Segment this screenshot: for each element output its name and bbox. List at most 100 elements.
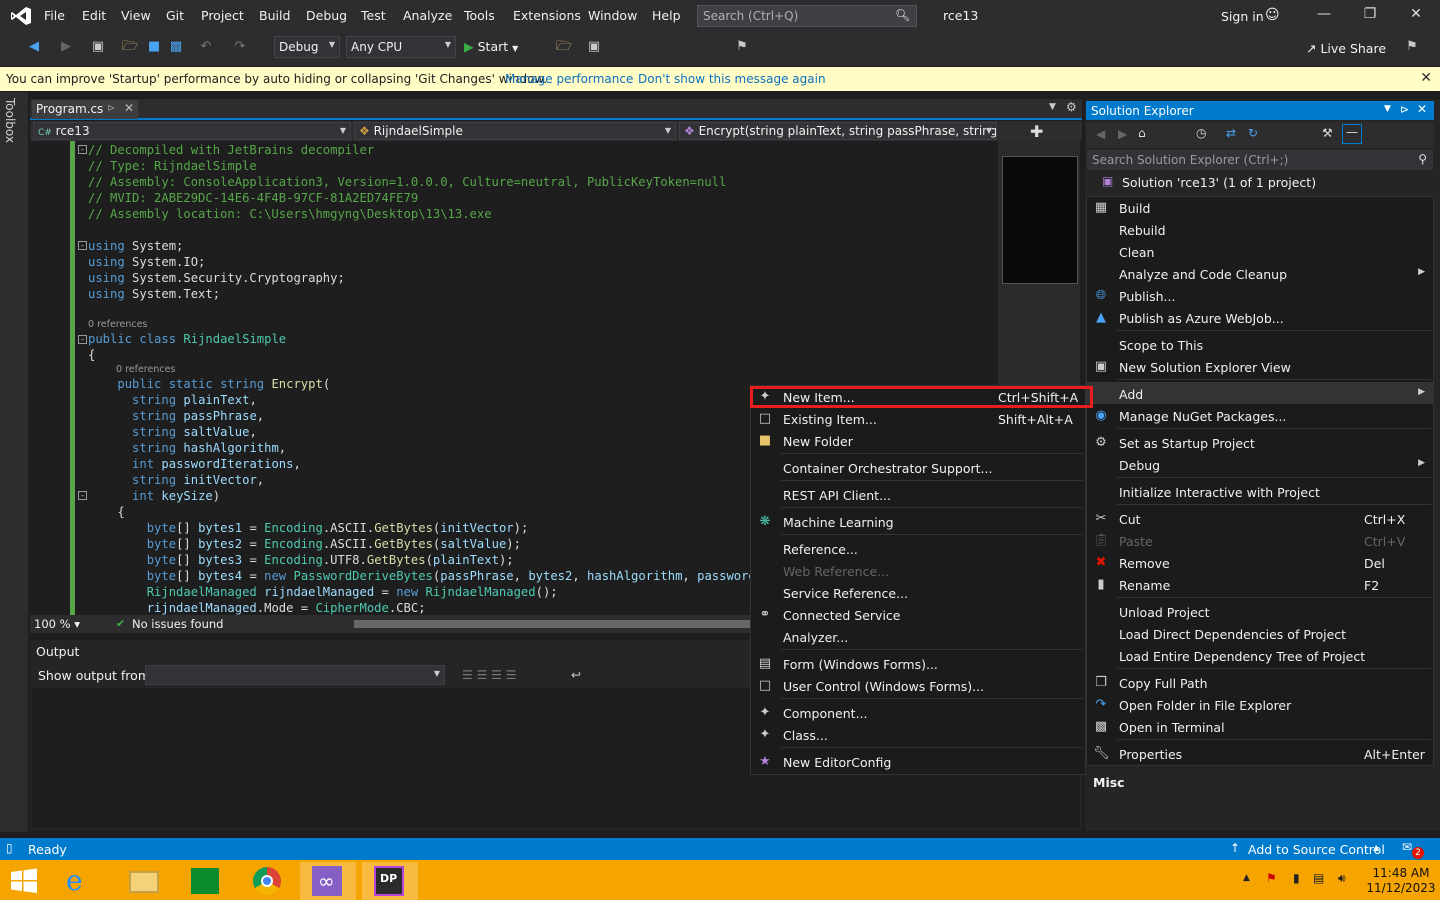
menu-item-publish-webjob[interactable]: ▲ Publish as Azure WebJob... <box>1087 307 1433 329</box>
menu-item-open-folder[interactable]: ↷ Open Folder in File Explorer <box>1087 694 1433 716</box>
volume-icon[interactable]: 🔊︎ <box>1338 871 1346 886</box>
menu-item-load-dep-tree[interactable]: Load Entire Dependency Tree of Project <box>1087 645 1433 667</box>
menu-extensions[interactable]: Extensions <box>513 8 581 23</box>
menu-project[interactable]: Project <box>201 8 244 23</box>
tab-close-icon[interactable]: ✕ <box>124 101 134 115</box>
feedback-icon[interactable]: ⚑ <box>1404 39 1420 55</box>
output-source-dropdown[interactable]: ▼ <box>145 665 445 685</box>
dont-show-again-link[interactable]: Don't show this message again <box>638 72 826 86</box>
search-icon[interactable]: 🔍︎ <box>895 8 910 22</box>
menu-item-new-editorconfig[interactable]: ★ New EditorConfig <box>751 751 1085 773</box>
menu-git[interactable]: Git <box>166 8 184 23</box>
se-refresh-icon[interactable]: ↻ <box>1248 126 1258 140</box>
menu-item-remove[interactable]: ✖ Remove Del <box>1087 552 1433 574</box>
search-input[interactable]: Search (Ctrl+Q) <box>697 5 917 27</box>
menu-help[interactable]: Help <box>652 8 681 23</box>
project-dropdown[interactable]: C# rce13 ▼ <box>33 122 351 140</box>
menu-item-machine-learning[interactable]: ❋ Machine Learning <box>751 511 1085 533</box>
settings-icon[interactable]: ⚙ <box>1066 100 1077 114</box>
dotpeek-taskbar-icon[interactable]: DP <box>362 862 418 900</box>
store-icon[interactable] <box>178 862 234 900</box>
member-dropdown[interactable]: ❖ Encrypt(string plainText, string passP… <box>679 122 997 140</box>
horizontal-scrollbar[interactable] <box>354 620 750 628</box>
minimap-viewport[interactable] <box>1002 156 1078 284</box>
se-properties-icon[interactable]: ⚒ <box>1322 126 1333 140</box>
maximize-button[interactable]: ❐ <box>1350 6 1390 26</box>
source-control-dropdown-icon[interactable]: ▲ <box>1373 843 1379 852</box>
menu-item-rebuild[interactable]: Rebuild <box>1087 219 1433 241</box>
menu-item-copy-full-path[interactable]: ❐ Copy Full Path <box>1087 672 1433 694</box>
fold-toggle-icon[interactable]: - <box>78 145 87 154</box>
type-dropdown[interactable]: ❖ RijndaelSimple ▼ <box>354 122 676 140</box>
close-button[interactable]: ✕ <box>1396 6 1436 26</box>
menu-item-manage-nuget[interactable]: ◉ Manage NuGet Packages... <box>1087 405 1433 427</box>
show-hidden-icons[interactable]: ▲ <box>1243 873 1250 883</box>
bookmark-icon[interactable]: ⚑ <box>734 39 750 55</box>
menu-test[interactable]: Test <box>361 8 386 23</box>
save-all-icon[interactable]: ▩ <box>168 39 184 55</box>
menu-item-new-folder[interactable]: ■ New Folder <box>751 430 1085 452</box>
chrome-icon[interactable] <box>240 862 296 900</box>
se-close-icon[interactable]: ✕ <box>1417 102 1427 116</box>
user-icon[interactable]: ☺ <box>1265 7 1280 23</box>
fold-toggle-icon[interactable]: - <box>78 335 87 344</box>
menu-item-service-reference[interactable]: Service Reference... <box>751 582 1085 604</box>
taskbar-clock[interactable]: 11:48 AM 11/12/2023 <box>1363 866 1439 896</box>
menu-item-init-interactive[interactable]: Initialize Interactive with Project <box>1087 481 1433 503</box>
menu-item-add[interactable]: Add ▶ <box>1087 383 1433 405</box>
menu-item-reference[interactable]: Reference... <box>751 538 1085 560</box>
tab-program-cs[interactable]: Program.cs ⊳ ✕ <box>32 100 138 119</box>
internet-explorer-icon[interactable]: e <box>54 862 110 900</box>
save-icon[interactable]: ■ <box>146 39 162 55</box>
menu-item-connected-service[interactable]: ⚭ Connected Service <box>751 604 1085 626</box>
split-editor-icon[interactable]: ✚ <box>1030 122 1043 141</box>
se-home-icon[interactable]: ⌂ <box>1138 126 1146 140</box>
menu-item-windows-form[interactable]: ▤ Form (Windows Forms)... <box>751 653 1085 675</box>
windows-start-icon[interactable] <box>10 867 38 895</box>
menu-item-new-se-view[interactable]: ▣ New Solution Explorer View <box>1087 356 1433 378</box>
menu-view[interactable]: View <box>121 8 151 23</box>
fold-toggle-icon[interactable]: - <box>78 491 87 500</box>
menu-item-clean[interactable]: Clean <box>1087 241 1433 263</box>
minimize-button[interactable]: — <box>1304 6 1344 26</box>
menu-item-component[interactable]: ✦ Component... <box>751 702 1085 724</box>
visual-studio-taskbar-icon[interactable]: ∞ <box>300 862 356 900</box>
menu-item-scope-to-this[interactable]: Scope to This <box>1087 334 1433 356</box>
live-share-button[interactable]: ↗ Live Share <box>1306 41 1386 56</box>
menu-window[interactable]: Window <box>588 8 637 23</box>
file-explorer-icon[interactable] <box>116 862 172 900</box>
network-icon[interactable]: ▤ <box>1313 871 1324 885</box>
menu-item-open-terminal[interactable]: ▩ Open in Terminal <box>1087 716 1433 738</box>
zoom-dropdown[interactable]: 100 % ▾ <box>34 617 80 631</box>
menu-item-container-orchestrator[interactable]: Container Orchestrator Support... <box>751 457 1085 479</box>
se-preview-icon[interactable]: — <box>1342 124 1362 144</box>
redo-icon[interactable]: ↷ <box>232 39 248 55</box>
menu-item-user-control[interactable]: □ User Control (Windows Forms)... <box>751 675 1085 697</box>
solution-node[interactable]: ▣ Solution 'rce13' (1 of 1 project) <box>1087 172 1433 192</box>
browse-icon[interactable]: 🗁︎ <box>556 39 572 55</box>
configuration-dropdown[interactable]: Debug ▼ <box>274 36 340 58</box>
infobar-close-icon[interactable]: ✕ <box>1420 70 1432 86</box>
output-window-icon[interactable]: ▯ <box>6 841 13 855</box>
menu-item-unload-project[interactable]: Unload Project <box>1087 601 1433 623</box>
menu-debug[interactable]: Debug <box>306 8 347 23</box>
menu-item-cut[interactable]: ✂ Cut Ctrl+X <box>1087 508 1433 530</box>
se-history-icon[interactable]: ◷ <box>1196 126 1206 140</box>
battery-icon[interactable]: ▮ <box>1293 871 1300 885</box>
codelens-references[interactable]: 0 references <box>88 319 147 330</box>
word-wrap-icon[interactable]: ↩ <box>571 668 581 682</box>
toolbox-tab[interactable]: Toolbox <box>3 98 17 143</box>
menu-item-rest-api-client[interactable]: REST API Client... <box>751 484 1085 506</box>
menu-build[interactable]: Build <box>259 8 290 23</box>
undo-icon[interactable]: ↶ <box>198 39 214 55</box>
output-toolbar-icons[interactable]: ☰ ☰ ☰ ☰ <box>462 668 516 682</box>
forward-icon[interactable]: ▶ <box>58 39 74 55</box>
se-dropdown-icon[interactable]: ▼ <box>1384 104 1391 114</box>
menu-item-analyze-cleanup[interactable]: Analyze and Code Cleanup ▶ <box>1087 263 1433 285</box>
menu-item-existing-item[interactable]: □ Existing Item... Shift+Alt+A <box>751 408 1085 430</box>
se-sync-icon[interactable]: ⇄ <box>1226 126 1236 140</box>
menu-file[interactable]: File <box>44 8 65 23</box>
se-search-icon[interactable]: ⚲ <box>1418 152 1427 166</box>
open-file-icon[interactable]: 🗁︎ <box>122 39 138 55</box>
platform-dropdown[interactable]: Any CPU ▼ <box>346 36 456 58</box>
